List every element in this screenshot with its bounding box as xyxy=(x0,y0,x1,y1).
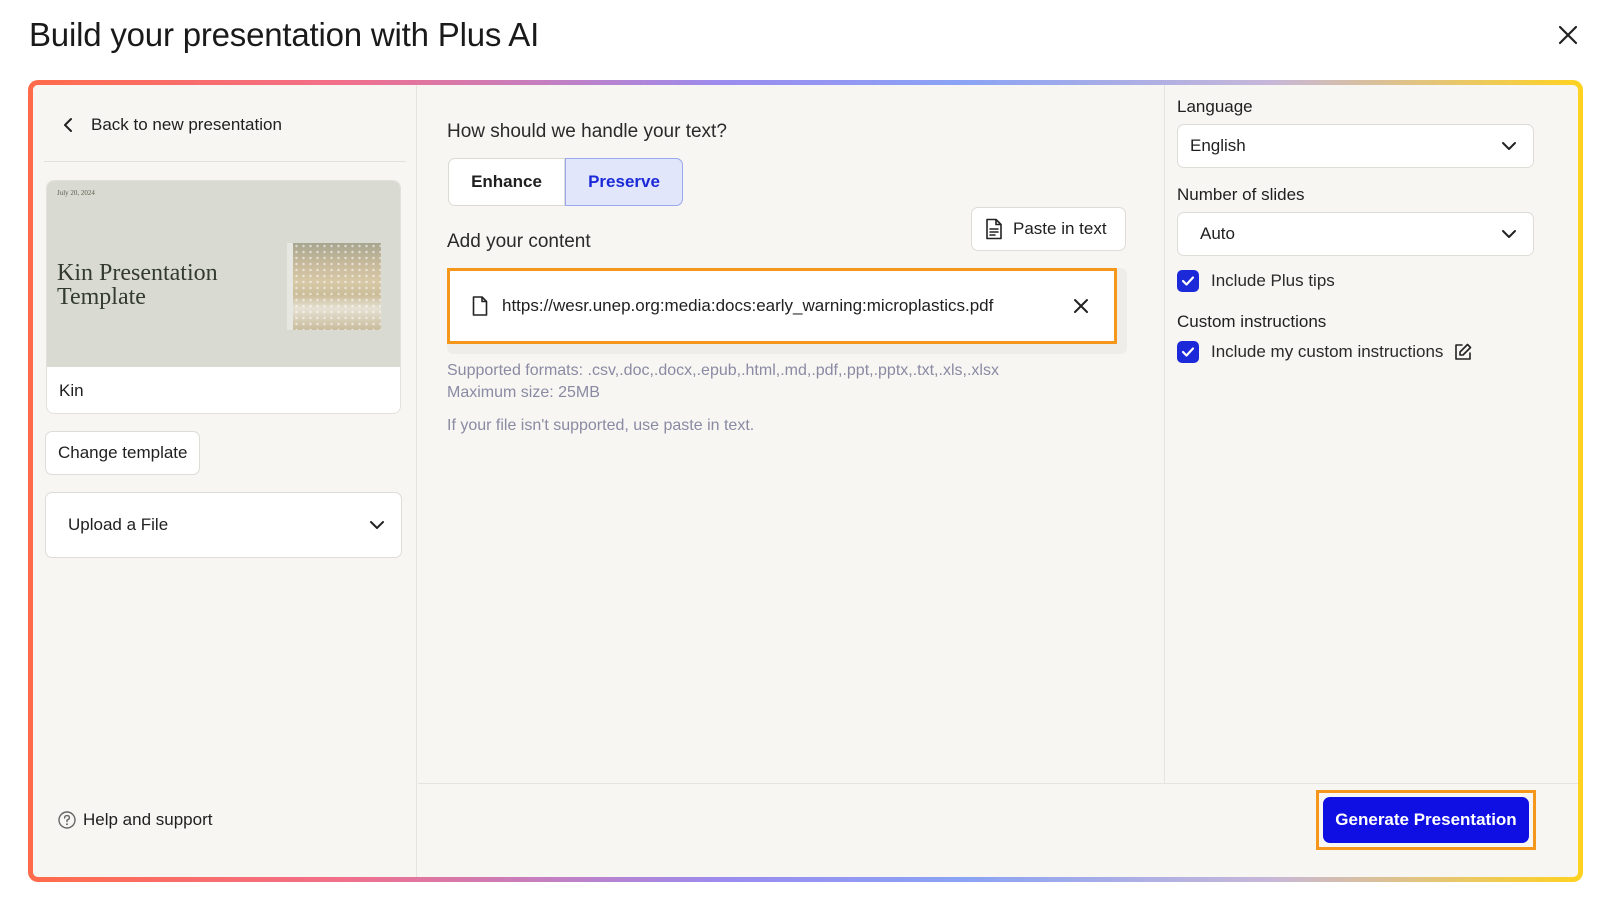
max-size-text: Maximum size: 25MB xyxy=(447,384,600,401)
text-handling-question: How should we handle your text? xyxy=(447,121,727,142)
uploaded-file-area: https://wesr.unep.org:media:docs:early_w… xyxy=(447,268,1127,354)
modal-title: Build your presentation with Plus AI xyxy=(29,16,540,53)
include-plus-tips-row: Include Plus tips xyxy=(1177,270,1335,292)
template-card[interactable]: July 20, 2024 Kin Presentation Template … xyxy=(46,180,401,414)
supported-formats-text: Supported formats: .csv,.doc,.docx,.epub… xyxy=(447,362,999,379)
chevron-down-icon xyxy=(1502,142,1516,150)
slides-count-select[interactable]: Auto xyxy=(1177,212,1534,256)
back-link-label: Back to new presentation xyxy=(91,115,282,134)
question-circle-icon xyxy=(58,811,76,829)
include-custom-instructions-checkbox[interactable] xyxy=(1177,341,1199,363)
language-value: English xyxy=(1190,136,1246,155)
unsupported-hint: If your file isn't supported, use paste … xyxy=(447,417,755,434)
language-select[interactable]: English xyxy=(1177,124,1534,168)
add-content-title: Add your content xyxy=(447,231,591,252)
checkmark-icon xyxy=(1181,276,1195,286)
uploaded-file-chip: https://wesr.unep.org:media:docs:early_w… xyxy=(447,268,1117,344)
edit-icon xyxy=(1455,343,1472,360)
source-select-value: Upload a File xyxy=(68,515,169,534)
content-panel: How should we handle your text? Enhance … xyxy=(418,85,1164,783)
include-custom-instructions-label: Include my custom instructions xyxy=(1211,342,1444,361)
close-icon xyxy=(1558,25,1578,45)
include-plus-tips-label: Include Plus tips xyxy=(1211,271,1335,290)
include-plus-tips-checkbox[interactable] xyxy=(1177,270,1199,292)
chevron-left-icon xyxy=(64,118,72,132)
text-mode-toggle: Enhance Preserve xyxy=(448,158,683,206)
generate-highlight: Generate Presentation xyxy=(1316,790,1536,850)
enhance-option[interactable]: Enhance xyxy=(448,158,565,206)
left-panel: Back to new presentation July 20, 2024 K… xyxy=(33,85,417,877)
dialog-body: Back to new presentation July 20, 2024 K… xyxy=(33,85,1578,877)
source-select[interactable]: Upload a File xyxy=(45,492,402,558)
checkmark-icon xyxy=(1181,347,1195,357)
template-preview-image xyxy=(287,243,381,330)
close-button[interactable] xyxy=(1553,20,1583,50)
template-preview: July 20, 2024 Kin Presentation Template xyxy=(47,181,400,367)
template-name: Kin xyxy=(59,381,84,400)
back-to-new-presentation-link[interactable]: Back to new presentation xyxy=(61,115,282,135)
chevron-down-icon xyxy=(370,521,384,529)
gradient-frame: Back to new presentation July 20, 2024 K… xyxy=(28,80,1583,882)
chevron-down-icon xyxy=(1502,230,1516,238)
change-template-button[interactable]: Change template xyxy=(45,431,201,475)
file-url: https://wesr.unep.org:media:docs:early_w… xyxy=(502,296,994,315)
document-icon xyxy=(986,218,1002,240)
slides-count-label: Number of slides xyxy=(1177,185,1305,204)
template-preview-date: July 20, 2024 xyxy=(57,189,95,197)
language-label: Language xyxy=(1177,97,1253,116)
slides-count-value: Auto xyxy=(1200,224,1235,243)
file-icon xyxy=(472,296,488,316)
dialog-footer: Generate Presentation xyxy=(418,783,1578,877)
custom-instructions-title: Custom instructions xyxy=(1177,312,1327,331)
include-custom-instructions-row: Include my custom instructions xyxy=(1177,341,1473,363)
paste-label: Paste in text xyxy=(1013,219,1107,238)
remove-file-button[interactable] xyxy=(1070,295,1092,317)
help-label: Help and support xyxy=(83,810,213,829)
preserve-option[interactable]: Preserve xyxy=(565,158,683,206)
close-icon xyxy=(1074,299,1088,313)
help-and-support-link[interactable]: Help and support xyxy=(57,810,212,830)
divider xyxy=(44,161,406,162)
generate-presentation-button[interactable]: Generate Presentation xyxy=(1323,797,1529,843)
paste-in-text-button[interactable]: Paste in text xyxy=(971,207,1126,251)
template-preview-title: Kin Presentation Template xyxy=(57,260,218,310)
settings-panel: Language English Number of slides Auto I… xyxy=(1164,85,1578,783)
edit-custom-instructions-button[interactable] xyxy=(1453,342,1473,362)
